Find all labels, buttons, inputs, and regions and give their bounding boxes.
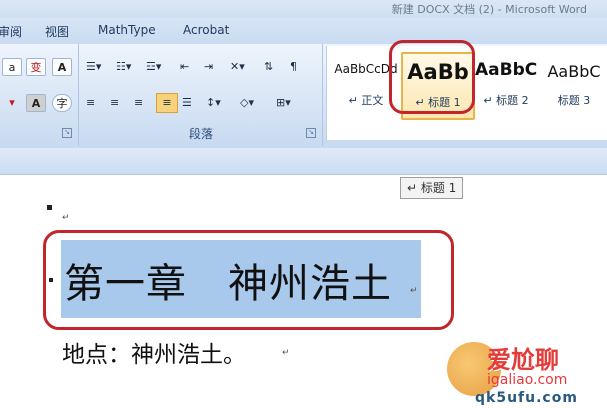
- ribbon-tabs: 审阅 视图 MathType Acrobat: [0, 18, 607, 44]
- window-title: 新建 DOCX 文档 (2) - Microsoft Word: [391, 3, 587, 16]
- justify-icon[interactable]: ≡: [156, 93, 178, 113]
- character-border-button[interactable]: A: [52, 58, 72, 76]
- watermark-text: 爱尬聊: [487, 346, 559, 374]
- font-group: a 变 A ▾ A 字 ↘: [0, 44, 79, 146]
- font-color-icon: ▾: [9, 96, 15, 109]
- paragraph-group-label: 段落: [188, 127, 213, 141]
- bullets-icon[interactable]: ☰▾: [86, 58, 110, 76]
- style-heading-3[interactable]: AaBbC 标题 3: [541, 52, 607, 116]
- style-sample: AaBbC: [475, 60, 537, 80]
- tab-acrobat[interactable]: Acrobat: [183, 23, 229, 37]
- style-name: 标题 3: [557, 94, 591, 107]
- style-highlight-ring: [389, 40, 475, 114]
- change-case-button[interactable]: a: [2, 58, 22, 76]
- ruler: [0, 148, 607, 175]
- style-tooltip: ↵ 标题 1: [400, 177, 464, 199]
- increase-indent-icon[interactable]: ⇥: [204, 58, 228, 76]
- ribbon: a 变 A ▾ A 字 ↘ ☰▾ ☷▾ ☲▾ ⇤ ⇥ ✕▾ ⇅ ¶ ≡ ≡ ≡ …: [0, 44, 607, 149]
- paragraph-mark-icon: ↵: [62, 213, 70, 223]
- numbering-icon[interactable]: ☷▾: [116, 58, 140, 76]
- shading-icon[interactable]: ◇▾: [240, 94, 264, 112]
- phonetic-guide-button[interactable]: 变: [26, 58, 46, 76]
- decrease-indent-icon[interactable]: ⇤: [180, 58, 204, 76]
- paragraph-group: ☰▾ ☷▾ ☲▾ ⇤ ⇥ ✕▾ ⇅ ¶ ≡ ≡ ≡ ≡ ☰ ↕▾ ◇▾ ⊞▾ 段…: [80, 44, 323, 146]
- style-heading-2[interactable]: AaBbC ↵ 标题 2: [475, 52, 537, 116]
- paragraph-mark-icon: ↵: [282, 348, 290, 358]
- align-right-icon[interactable]: ≡: [134, 94, 158, 112]
- tab-mathtype[interactable]: MathType: [98, 23, 156, 37]
- heading-highlight-ring: [43, 230, 454, 330]
- align-center-icon[interactable]: ≡: [110, 94, 134, 112]
- character-shading-button[interactable]: A: [26, 94, 46, 112]
- body-paragraph[interactable]: 地点：神州浩土。: [62, 335, 246, 369]
- style-name: ↵ 标题 2: [483, 94, 529, 107]
- sort-icon[interactable]: ⇅: [264, 58, 288, 76]
- tab-review[interactable]: 审阅: [0, 23, 22, 40]
- distributed-icon[interactable]: ☰: [182, 94, 206, 112]
- font-color-button[interactable]: ▾: [2, 94, 22, 112]
- borders-icon[interactable]: ⊞▾: [276, 94, 300, 112]
- enclose-character-button[interactable]: 字: [52, 94, 72, 112]
- asian-layout-icon[interactable]: ✕▾: [230, 58, 254, 76]
- paragraph-bullet-icon: [47, 205, 52, 210]
- tab-view[interactable]: 视图: [45, 23, 69, 40]
- watermark-lower-text: qk5ufu.com: [475, 390, 578, 406]
- watermark-url: igaliao.com: [487, 372, 568, 388]
- style-sample: AaBbC: [547, 62, 601, 81]
- multilevel-list-icon[interactable]: ☲▾: [146, 58, 170, 76]
- font-dialog-launcher-icon[interactable]: ↘: [62, 128, 72, 138]
- show-marks-icon[interactable]: ¶: [290, 58, 314, 76]
- align-left-icon[interactable]: ≡: [86, 94, 110, 112]
- watermark: 爱尬聊 igaliao.com qk5ufu.com: [447, 336, 607, 408]
- line-spacing-icon[interactable]: ↕▾: [206, 94, 230, 112]
- paragraph-dialog-launcher-icon[interactable]: ↘: [306, 128, 316, 138]
- title-bar: 新建 DOCX 文档 (2) - Microsoft Word: [0, 0, 607, 18]
